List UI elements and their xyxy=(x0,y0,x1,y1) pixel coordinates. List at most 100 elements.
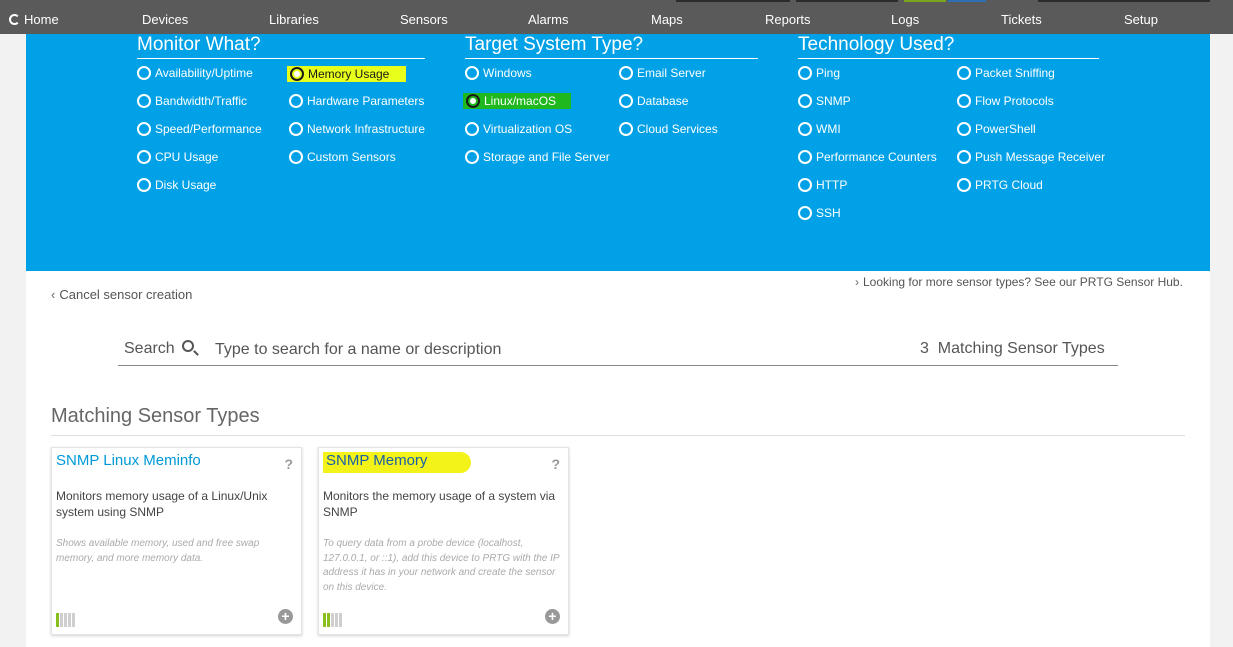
card-description: Monitors the memory usage of a system vi… xyxy=(323,489,556,519)
nav-indicator xyxy=(904,0,946,2)
nav-tickets[interactable]: Tickets xyxy=(1001,12,1042,27)
radio-hardware-parameters[interactable]: Hardware Parameters xyxy=(289,94,424,108)
radio-circle-icon xyxy=(465,66,479,80)
search-input[interactable] xyxy=(215,338,865,362)
monitor-what-title: Monitor What? xyxy=(137,34,425,59)
radio-email-server[interactable]: Email Server xyxy=(619,66,706,80)
nav-indicator xyxy=(796,0,898,2)
radio-network-infrastructure[interactable]: Network Infrastructure xyxy=(289,122,425,136)
cancel-sensor-creation-link[interactable]: ‹ Cancel sensor creation xyxy=(51,287,192,302)
performance-segment xyxy=(327,613,330,627)
radio-circle-icon xyxy=(289,94,303,108)
search-icon xyxy=(182,340,194,352)
radio-circle-icon xyxy=(289,150,303,164)
radio-availability-uptime[interactable]: Availability/Uptime xyxy=(137,66,253,80)
search-bar: Search 3 Matching Sensor Types xyxy=(118,336,1118,366)
radio-circle-icon xyxy=(957,178,971,192)
radio-circle-icon xyxy=(957,150,971,164)
help-icon[interactable]: ? xyxy=(551,456,560,472)
sensor-card-snmp-memory[interactable]: SNMP Memory ? Monitors the memory usage … xyxy=(318,447,569,635)
performance-segment xyxy=(339,613,342,627)
nav-setup[interactable]: Setup xyxy=(1124,12,1158,27)
radio-snmp[interactable]: SNMP xyxy=(798,94,851,108)
home-icon xyxy=(9,14,20,25)
performance-segment xyxy=(64,613,67,627)
divider xyxy=(51,435,1185,436)
radio-ssh[interactable]: SSH xyxy=(798,206,841,220)
radio-storage-file-server[interactable]: Storage and File Server xyxy=(465,150,610,164)
nav-home[interactable]: Home xyxy=(9,12,59,27)
card-title[interactable]: SNMP Memory xyxy=(323,452,472,473)
radio-prtg-cloud[interactable]: PRTG Cloud xyxy=(957,178,1043,192)
radio-circle-icon xyxy=(137,94,151,108)
radio-windows[interactable]: Windows xyxy=(465,66,532,80)
nav-indicator xyxy=(948,0,986,2)
nav-home-label: Home xyxy=(24,12,59,27)
performance-segment xyxy=(60,613,63,627)
nav-alarms[interactable]: Alarms xyxy=(528,12,568,27)
performance-segment xyxy=(72,613,75,627)
add-icon[interactable]: + xyxy=(545,609,560,624)
target-system-title: Target System Type? xyxy=(465,34,758,59)
nav-sensors[interactable]: Sensors xyxy=(400,12,448,27)
radio-powershell[interactable]: PowerShell xyxy=(957,122,1036,136)
radio-packet-sniffing[interactable]: Packet Sniffing xyxy=(957,66,1055,80)
nav-devices[interactable]: Devices xyxy=(142,12,188,27)
performance-segment xyxy=(68,613,71,627)
radio-disk-usage[interactable]: Disk Usage xyxy=(137,178,216,192)
radio-custom-sensors[interactable]: Custom Sensors xyxy=(289,150,396,164)
radio-flow-protocols[interactable]: Flow Protocols xyxy=(957,94,1054,108)
radio-circle-icon xyxy=(798,150,812,164)
sensor-card-snmp-linux-meminfo[interactable]: SNMP Linux Meminfo ? Monitors memory usa… xyxy=(51,447,302,635)
radio-circle-icon xyxy=(798,122,812,136)
radio-cpu-usage[interactable]: CPU Usage xyxy=(137,150,218,164)
card-title[interactable]: SNMP Linux Meminfo xyxy=(56,452,201,469)
radio-circle-icon xyxy=(798,206,812,220)
performance-impact-bar xyxy=(56,613,75,627)
results-title: Matching Sensor Types xyxy=(51,405,260,427)
nav-libraries[interactable]: Libraries xyxy=(269,12,319,27)
left-gutter xyxy=(0,34,26,647)
match-count-number: 3 xyxy=(920,340,929,357)
radio-http[interactable]: HTTP xyxy=(798,178,847,192)
chevron-left-icon: ‹ xyxy=(51,287,56,302)
add-icon[interactable]: + xyxy=(278,609,293,624)
nav-maps[interactable]: Maps xyxy=(651,12,683,27)
radio-virtualization-os[interactable]: Virtualization OS xyxy=(465,122,572,136)
performance-segment xyxy=(331,613,334,627)
radio-push-message-receiver[interactable]: Push Message Receiver xyxy=(957,150,1105,164)
performance-segment xyxy=(323,613,326,627)
radio-circle-icon xyxy=(137,178,151,192)
radio-speed-performance[interactable]: Speed/Performance xyxy=(137,122,262,136)
technology-used-title: Technology Used? xyxy=(798,34,1099,59)
performance-segment xyxy=(56,613,59,627)
sensor-hub-link[interactable]: › Looking for more sensor types? See our … xyxy=(855,275,1183,289)
match-count: 3 Matching Sensor Types xyxy=(920,340,1105,358)
radio-circle-icon xyxy=(137,150,151,164)
radio-database[interactable]: Database xyxy=(619,94,688,108)
radio-circle-icon xyxy=(957,66,971,80)
radio-linux-macos[interactable]: Linux/macOS xyxy=(463,93,572,109)
help-icon[interactable]: ? xyxy=(284,456,293,472)
radio-cloud-services[interactable]: Cloud Services xyxy=(619,122,718,136)
radio-circle-icon xyxy=(289,122,303,136)
radio-circle-icon xyxy=(619,94,633,108)
nav-reports[interactable]: Reports xyxy=(765,12,811,27)
radio-wmi[interactable]: WMI xyxy=(798,122,841,136)
chevron-right-icon: › xyxy=(855,275,859,289)
radio-bandwidth-traffic[interactable]: Bandwidth/Traffic xyxy=(137,94,247,108)
radio-performance-counters[interactable]: Performance Counters xyxy=(798,150,937,164)
radio-circle-icon xyxy=(137,122,151,136)
radio-memory-usage[interactable]: Memory Usage xyxy=(287,66,407,82)
nav-logs[interactable]: Logs xyxy=(891,12,919,27)
radio-circle-icon xyxy=(957,94,971,108)
radio-circle-icon xyxy=(798,94,812,108)
right-gutter xyxy=(1210,34,1233,647)
search-label: Search xyxy=(124,340,175,357)
top-navigation-bar: Home Devices Libraries Sensors Alarms Ma… xyxy=(0,0,1233,34)
radio-circle-icon xyxy=(619,122,633,136)
radio-ping[interactable]: Ping xyxy=(798,66,840,80)
nav-indicator xyxy=(1038,0,1210,2)
radio-circle-icon xyxy=(619,66,633,80)
card-note: Shows available memory, used and free sw… xyxy=(56,538,260,564)
